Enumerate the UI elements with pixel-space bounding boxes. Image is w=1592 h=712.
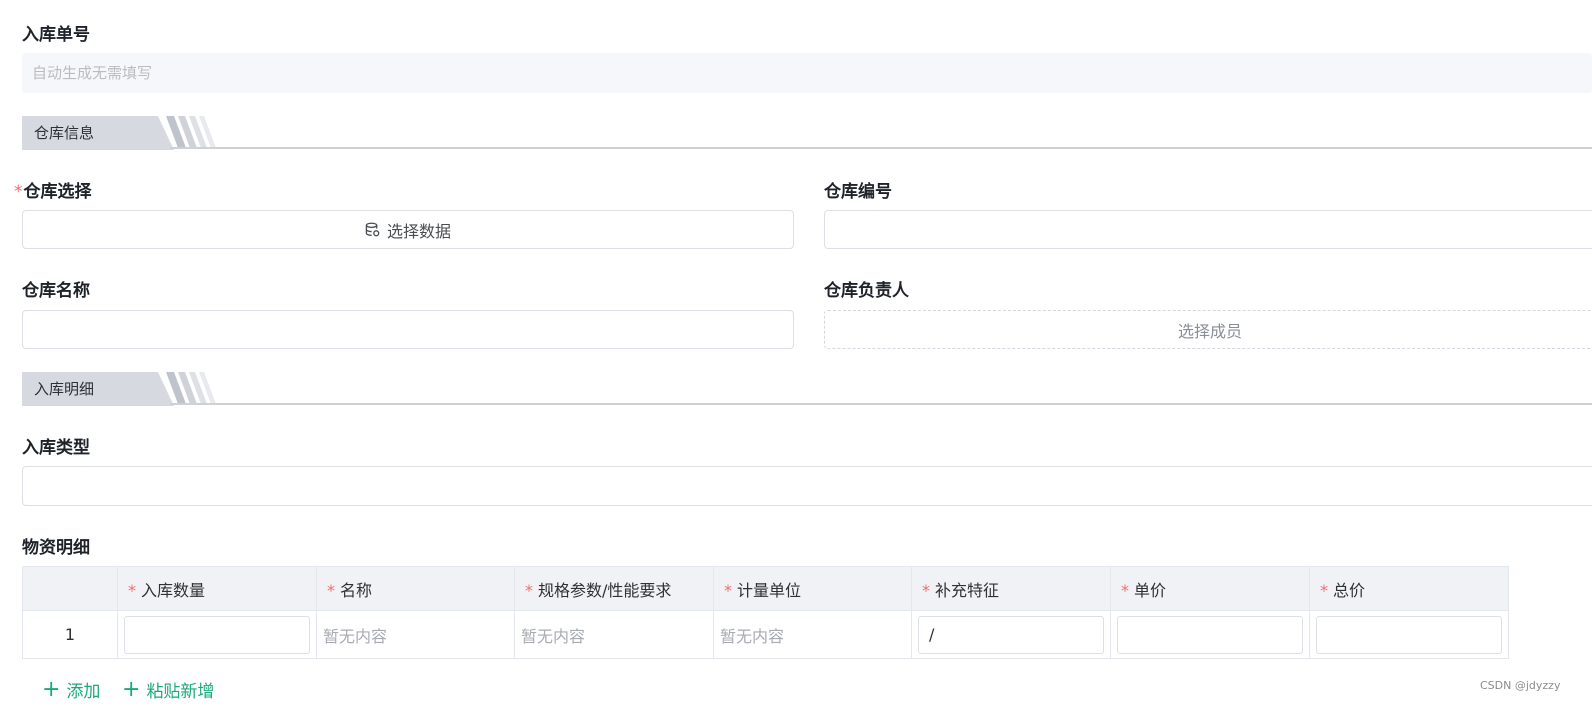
column-header-unit-price: * 单价 <box>1110 566 1310 611</box>
database-icon <box>365 222 380 237</box>
required-mark: * <box>724 580 732 600</box>
column-header-total-price: * 总价 <box>1309 566 1509 611</box>
inbound-no-field: 自动生成无需填写 <box>22 53 1592 93</box>
section-title: 仓库信息 <box>22 116 174 150</box>
unit-price-input[interactable] <box>1117 615 1303 654</box>
name-cell: 暂无内容 <box>316 610 515 659</box>
feature-cell: / <box>911 610 1111 659</box>
column-header-label: 规格参数/性能要求 <box>538 580 672 600</box>
column-header-quantity: * 入库数量 <box>117 566 317 611</box>
quantity-input[interactable] <box>124 615 310 654</box>
inbound-type-label: 入库类型 <box>22 438 90 458</box>
paste-add-label: 粘贴新增 <box>146 682 215 702</box>
column-header-unit: * 计量单位 <box>713 566 912 611</box>
table-header-row: * 入库数量 * 名称 * 规格参数/性能要求 * 计量单位 * 补充特征 * 单价 * 总价 <box>22 566 1509 611</box>
column-header-label: 名称 <box>340 580 373 600</box>
unit-price-cell <box>1110 610 1310 659</box>
section-stripes-decoration <box>166 372 216 404</box>
warehouse-name-input[interactable] <box>22 310 794 349</box>
quantity-cell <box>117 610 317 659</box>
add-row-label: 添加 <box>66 682 101 702</box>
watermark: CSDN @jdyzzy <box>1480 679 1561 692</box>
feature-input[interactable]: / <box>918 615 1104 654</box>
required-mark: * <box>525 580 533 600</box>
materials-table: * 入库数量 * 名称 * 规格参数/性能要求 * 计量单位 * 补充特征 * 单价 * 总价… <box>22 566 1509 659</box>
required-mark: * <box>14 182 23 202</box>
section-divider <box>170 147 1592 149</box>
paste-add-button[interactable]: + 粘贴新增 <box>122 677 214 702</box>
column-header-feature: * 补充特征 <box>911 566 1111 611</box>
total-price-cell <box>1309 610 1509 659</box>
total-price-input[interactable] <box>1316 615 1502 654</box>
column-header-name: * 名称 <box>316 566 515 611</box>
inbound-type-input[interactable] <box>22 466 1592 506</box>
section-title: 入库明细 <box>22 372 174 406</box>
plus-icon: + <box>42 676 61 702</box>
required-mark: * <box>128 580 136 600</box>
required-mark: * <box>922 580 930 600</box>
section-stripes-decoration <box>166 116 216 148</box>
warehouse-code-label: 仓库编号 <box>824 182 892 202</box>
select-member-button[interactable]: 选择成员 <box>824 310 1592 349</box>
materials-label: 物资明细 <box>22 538 90 558</box>
table-row: 1 暂无内容 暂无内容 暂无内容 / <box>22 610 1509 659</box>
column-header-label: 总价 <box>1333 580 1366 600</box>
inbound-no-label: 入库单号 <box>22 25 90 45</box>
warehouse-code-input[interactable] <box>824 210 1592 249</box>
column-header-index <box>22 566 118 611</box>
warehouse-manager-label: 仓库负责人 <box>824 281 909 301</box>
column-header-label: 计量单位 <box>737 580 802 600</box>
row-index: 1 <box>22 610 118 659</box>
required-mark: * <box>1320 580 1328 600</box>
add-row-button[interactable]: + 添加 <box>42 677 100 702</box>
section-divider <box>170 403 1592 405</box>
column-header-spec: * 规格参数/性能要求 <box>514 566 714 611</box>
required-mark: * <box>1121 580 1129 600</box>
column-header-label: 单价 <box>1134 580 1167 600</box>
required-mark: * <box>327 580 335 600</box>
spec-cell: 暂无内容 <box>514 610 714 659</box>
unit-cell: 暂无内容 <box>713 610 912 659</box>
detail-section-header: 入库明细 <box>22 372 1592 408</box>
column-header-label: 补充特征 <box>935 580 1000 600</box>
plus-icon: + <box>122 676 141 702</box>
column-header-label: 入库数量 <box>141 580 206 600</box>
warehouse-select-label-text: 仓库选择 <box>23 182 92 202</box>
warehouse-select-label: *仓库选择 <box>14 182 92 202</box>
warehouse-select-button-label: 选择数据 <box>386 221 451 241</box>
warehouse-name-label: 仓库名称 <box>22 281 90 301</box>
warehouse-section-header: 仓库信息 <box>22 116 1592 152</box>
warehouse-select-button[interactable]: 选择数据 <box>22 210 794 249</box>
